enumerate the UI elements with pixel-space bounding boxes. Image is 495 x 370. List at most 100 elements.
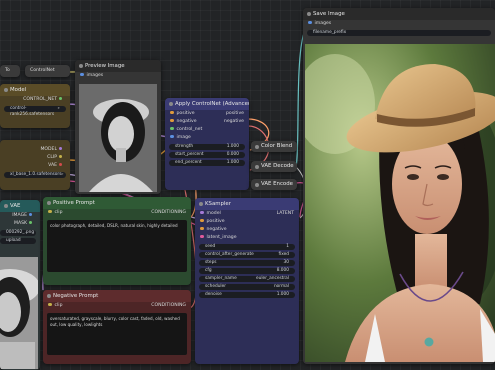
to-controlnet-label: ControlNet	[30, 68, 55, 73]
strength-label: strength	[175, 143, 194, 149]
denoise-label: denoise	[205, 291, 222, 297]
vae-output-label: VAE	[48, 163, 58, 168]
chevron-right-icon: ▸	[57, 105, 60, 111]
images-input-label: images	[86, 73, 104, 78]
color-blend-title: Color Blend	[251, 141, 297, 152]
image-input-label: image	[176, 135, 191, 140]
seed-label: seed	[205, 243, 216, 249]
strength-slider[interactable]: strength 1.000	[169, 143, 245, 150]
negative-prompt-text[interactable]: oversaturated, grayscale, blurry, color …	[47, 313, 187, 355]
steps-widget[interactable]: steps 30	[199, 259, 295, 266]
scheduler-widget[interactable]: scheduler normal	[199, 283, 295, 290]
end-percent-slider[interactable]: end_percent 1.000	[169, 159, 245, 166]
positive-input-label: positive	[176, 111, 195, 116]
mask-output-row: MASK	[0, 220, 40, 228]
control-net-input-socket[interactable]	[170, 126, 174, 131]
model-output-label: MODEL	[40, 147, 58, 152]
save-images-input-row: images	[303, 20, 495, 28]
to-controlnet-node[interactable]: ControlNet	[25, 65, 70, 77]
image-input-row: image	[165, 134, 249, 142]
negative-prompt-node[interactable]: Negative Prompt clip CONDITIONING oversat…	[43, 290, 191, 364]
latent-output-label: LATENT	[276, 211, 294, 216]
checkpoint-select[interactable]: xl_base_1.0.safetensors ▸	[4, 171, 66, 178]
start-percent-value: 0.000	[226, 151, 239, 157]
steps-value: 30	[283, 259, 289, 265]
negative-input-socket[interactable]	[200, 226, 204, 231]
control-after-generate-widget[interactable]: control_after_generate fixed	[199, 251, 295, 258]
control-after-generate-value: fixed	[278, 251, 290, 257]
positive-input-socket[interactable]	[170, 110, 174, 115]
image-input-socket[interactable]	[170, 134, 174, 139]
image-output-label: IMAGE	[12, 213, 28, 218]
loaded-image-thumbnail	[0, 257, 38, 369]
apply-controlnet-title: Apply ControlNet (Advanced)	[165, 98, 249, 110]
controlnet-output-row: CONTROL_NET	[0, 96, 70, 104]
model-output-row: MODEL	[0, 146, 70, 154]
denoise-widget[interactable]: denoise 1.000	[199, 291, 295, 298]
scheduler-label: scheduler	[205, 283, 227, 289]
clip-output-socket[interactable]	[58, 154, 62, 159]
image-file-select[interactable]: 000292_.png	[0, 229, 36, 236]
conditioning-output-label: CONDITIONING	[151, 303, 186, 308]
control-net-input-label: control_net	[176, 127, 203, 132]
images-input-socket[interactable]	[308, 20, 312, 25]
model-output-socket[interactable]	[58, 146, 62, 151]
clip-input-socket[interactable]	[48, 209, 52, 214]
ksampler-title: KSampler	[195, 198, 299, 210]
save-image-node[interactable]: Save Image images filename_prefix	[303, 8, 495, 364]
positive-prompt-text[interactable]: color photograph, detailed, DSLR, natura…	[47, 220, 187, 272]
load-image-title: VAE	[0, 200, 40, 212]
clip-output-row: CLIP	[0, 154, 70, 162]
sampler-name-value: euler_ancestral	[256, 275, 289, 281]
clip-input-socket[interactable]	[48, 302, 52, 307]
ksampler-node[interactable]: KSampler model LATENT positive negative l…	[195, 198, 299, 364]
cfg-label: cfg	[205, 267, 212, 273]
latent-input-socket[interactable]	[200, 234, 204, 239]
preview-image-output	[79, 84, 157, 192]
image-output-socket[interactable]	[28, 212, 32, 217]
steps-label: steps	[205, 259, 217, 265]
images-input-socket[interactable]	[80, 72, 84, 77]
vae-encode-node[interactable]: VAE Encode	[251, 179, 297, 190]
start-percent-slider[interactable]: start_percent 0.000	[169, 151, 245, 158]
convert-node[interactable]: To	[0, 65, 20, 77]
preview-image-title: Preview Image	[75, 60, 161, 72]
vae-decode-node[interactable]: VAE Decode	[251, 161, 297, 172]
images-input-row: images	[75, 72, 161, 80]
negative-io-row: negative negative	[165, 118, 249, 126]
controlnet-output-socket[interactable]	[58, 96, 62, 101]
apply-controlnet-node[interactable]: Apply ControlNet (Advanced) positive posi…	[165, 98, 249, 190]
filename-prefix-widget[interactable]: filename_prefix	[307, 29, 491, 36]
controlnet-loader-node[interactable]: Model CONTROL_NET control-rank256.safete…	[0, 84, 70, 128]
negative-input-socket[interactable]	[170, 118, 174, 123]
model-input-label: model	[206, 211, 221, 216]
vae-output-socket[interactable]	[58, 162, 62, 167]
color-portrait-image	[305, 44, 495, 362]
load-image-node[interactable]: VAE IMAGE MASK 000292_.png upload	[0, 200, 40, 370]
mask-output-socket[interactable]	[28, 220, 32, 225]
seed-widget[interactable]: seed 1	[199, 243, 295, 250]
negative-output-label: negative	[223, 119, 244, 124]
checkpoint-loader-node[interactable]: MODEL CLIP VAE xl_base_1.0.safetensors ▸	[0, 140, 70, 190]
cfg-widget[interactable]: cfg 8.000	[199, 267, 295, 274]
positive-prompt-node[interactable]: Positive Prompt clip CONDITIONING color p…	[43, 197, 191, 285]
strength-value: 1.000	[226, 143, 239, 149]
controlnet-model-select[interactable]: control-rank256.safetensors ▸	[4, 105, 66, 118]
end-percent-value: 1.000	[226, 159, 239, 165]
model-input-socket[interactable]	[200, 210, 204, 215]
upload-label: upload	[6, 237, 21, 243]
positive-io-row: positive positive	[165, 110, 249, 118]
image-output-row: IMAGE	[0, 212, 40, 220]
preview-image-node[interactable]: Preview Image images	[75, 60, 161, 194]
control-net-input-row: control_net	[165, 126, 249, 134]
sampler-name-widget[interactable]: sampler_name euler_ancestral	[199, 275, 295, 282]
end-percent-label: end_percent	[175, 159, 202, 165]
negative-clip-row: clip CONDITIONING	[43, 302, 191, 310]
seed-value: 1	[286, 243, 289, 249]
negative-prompt-title: Negative Prompt	[43, 290, 191, 302]
controlnet-model-value: control-rank256.safetensors	[10, 105, 55, 118]
upload-button[interactable]: upload	[0, 237, 36, 244]
positive-input-socket[interactable]	[200, 218, 204, 223]
node-graph-canvas[interactable]: To ControlNet Model CONTROL_NET control-…	[0, 0, 495, 370]
color-blend-node[interactable]: Color Blend	[251, 141, 297, 152]
